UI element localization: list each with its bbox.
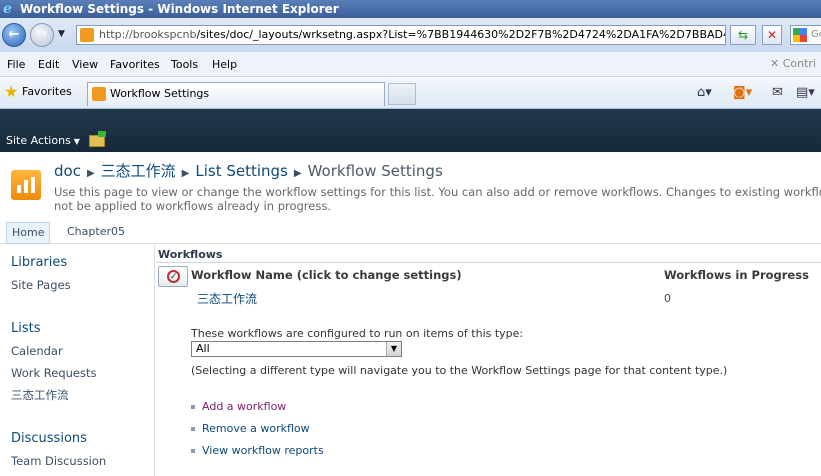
quick-launch: Libraries Site Pages Lists Calendar Work… bbox=[0, 245, 155, 476]
section-title-workflows: Workflows bbox=[158, 248, 223, 261]
workflows-in-progress-count: 0 bbox=[664, 292, 671, 305]
content-type-select[interactable]: All ▼ bbox=[191, 341, 402, 357]
menu-favorites[interactable]: Favorites bbox=[110, 58, 160, 71]
favorites-button[interactable]: ★ Favorites bbox=[2, 82, 72, 101]
address-host: http://brookspcnb bbox=[99, 28, 197, 41]
page-favicon-icon bbox=[80, 28, 94, 42]
action-view-workflow-reports: View workflow reports bbox=[191, 444, 324, 457]
address-toolbar: ← → ▼ http://brookspcnb/sites/doc/_layou… bbox=[0, 18, 821, 52]
workflow-name-link[interactable]: 三态工作流 bbox=[197, 290, 257, 307]
top-nav-home[interactable]: Home bbox=[6, 222, 51, 244]
content-type-note: (Selecting a different type will navigat… bbox=[191, 364, 728, 377]
contribute-toolbar[interactable]: ✕ Contri bbox=[770, 57, 816, 70]
home-icon[interactable]: ⌂▾ bbox=[697, 85, 712, 100]
mail-icon[interactable]: ✉ bbox=[772, 85, 783, 100]
close-icon: ✕ bbox=[770, 57, 780, 70]
menu-file[interactable]: File bbox=[7, 58, 25, 71]
browser-tab-active[interactable]: Workflow Settings bbox=[87, 82, 385, 106]
content-type-value: All bbox=[196, 342, 210, 355]
quick-launch-heading-lists[interactable]: Lists bbox=[11, 321, 41, 336]
site-logo-icon[interactable] bbox=[11, 170, 41, 200]
search-placeholder: Go bbox=[811, 29, 821, 40]
menu-bar: File Edit View Favorites Tools Help ✕ Co… bbox=[0, 52, 821, 77]
action-remove-workflow: Remove a workflow bbox=[191, 422, 310, 435]
remove-workflow-link[interactable]: Remove a workflow bbox=[202, 422, 310, 435]
menu-tools[interactable]: Tools bbox=[171, 58, 198, 71]
chevron-down-icon: ▼ bbox=[73, 137, 80, 146]
address-bar[interactable]: http://brookspcnb/sites/doc/_layouts/wrk… bbox=[76, 25, 726, 45]
page-description-line: not be applied to workflows already in p… bbox=[54, 199, 331, 213]
bullet-icon bbox=[191, 405, 195, 409]
star-icon: ★ bbox=[4, 82, 19, 101]
window-title: Workflow Settings - Windows Internet Exp… bbox=[20, 2, 339, 16]
menu-edit[interactable]: Edit bbox=[38, 58, 59, 71]
breadcrumb-item[interactable]: doc bbox=[54, 162, 81, 180]
refresh-arrows-icon: ⇆ bbox=[737, 28, 749, 42]
contribute-label: Contri bbox=[782, 57, 816, 70]
breadcrumb: doc ▶ 三态工作流 ▶ List Settings ▶ Workflow Setting… bbox=[54, 160, 443, 181]
chevron-down-icon: ▼ bbox=[386, 342, 401, 356]
sharepoint-ribbon-bar: Site Actions ▼ bbox=[0, 109, 821, 152]
breadcrumb-separator-icon: ▶ bbox=[293, 168, 302, 179]
google-icon bbox=[793, 28, 807, 42]
favorites-bar: ★ Favorites Workflow Settings ⌂▾ ◙▾ ✉ ▤▾ bbox=[0, 77, 821, 109]
page-favicon-icon bbox=[92, 87, 106, 101]
page-description-line: Use this page to view or change the work… bbox=[54, 185, 821, 199]
workflow-icon: ✓ bbox=[158, 266, 188, 287]
rss-feed-icon[interactable]: ◙▾ bbox=[733, 85, 752, 100]
print-icon[interactable]: ▤▾ bbox=[796, 85, 815, 100]
quick-launch-item-team-discussion[interactable]: Team Discussion bbox=[11, 454, 106, 468]
new-tab-button[interactable] bbox=[388, 83, 416, 105]
action-add-workflow: Add a workflow bbox=[191, 400, 286, 413]
back-button[interactable]: ← bbox=[2, 23, 26, 47]
section-divider bbox=[156, 262, 821, 263]
site-actions-label: Site Actions bbox=[6, 134, 71, 147]
view-workflow-reports-link[interactable]: View workflow reports bbox=[202, 444, 324, 457]
page-title: Workflow Settings bbox=[307, 162, 443, 180]
tab-title: Workflow Settings bbox=[110, 87, 210, 100]
arrow-right-icon: → bbox=[36, 27, 48, 42]
page-description: Use this page to view or change the work… bbox=[54, 185, 821, 213]
quick-launch-item-site-pages[interactable]: Site Pages bbox=[11, 278, 71, 292]
top-navigation: Home Chapter05 bbox=[0, 218, 821, 244]
stop-button[interactable]: ✕ bbox=[762, 25, 782, 45]
page-title-area: doc ▶ 三态工作流 ▶ List Settings ▶ Workflow Setting… bbox=[0, 152, 821, 218]
window-title-bar: e Workflow Settings - Windows Internet E… bbox=[0, 0, 821, 18]
search-box[interactable]: Go bbox=[790, 25, 821, 45]
ie-logo-icon: e bbox=[3, 1, 12, 17]
navigate-up-icon[interactable] bbox=[89, 131, 106, 147]
close-icon: ✕ bbox=[766, 28, 778, 42]
menu-view[interactable]: View bbox=[72, 58, 98, 71]
bullet-icon bbox=[191, 427, 195, 431]
quick-launch-heading-libraries[interactable]: Libraries bbox=[11, 255, 67, 270]
content-type-label: These workflows are configured to run on… bbox=[191, 327, 524, 340]
breadcrumb-item[interactable]: List Settings bbox=[195, 162, 288, 180]
site-actions-menu[interactable]: Site Actions ▼ bbox=[6, 134, 80, 147]
add-workflow-link[interactable]: Add a workflow bbox=[202, 400, 286, 413]
compatibility-view-button[interactable]: ⇆ bbox=[730, 25, 756, 45]
top-nav-chapter05[interactable]: Chapter05 bbox=[62, 222, 130, 244]
recent-pages-dropdown[interactable]: ▼ bbox=[58, 29, 65, 39]
menu-help[interactable]: Help bbox=[212, 58, 237, 71]
quick-launch-heading-discussions[interactable]: Discussions bbox=[11, 431, 87, 446]
favorites-label: Favorites bbox=[22, 85, 72, 98]
bullet-icon bbox=[191, 449, 195, 453]
breadcrumb-separator-icon: ▶ bbox=[181, 168, 190, 179]
column-header-workflow-name: Workflow Name (click to change settings) bbox=[191, 268, 462, 282]
column-header-workflows-in-progress: Workflows in Progress bbox=[664, 268, 809, 282]
breadcrumb-item[interactable]: 三态工作流 bbox=[101, 162, 176, 180]
quick-launch-item-calendar[interactable]: Calendar bbox=[11, 344, 63, 358]
arrow-left-icon: ← bbox=[8, 27, 20, 42]
quick-launch-item-three-state-workflow[interactable]: 三态工作流 bbox=[11, 387, 69, 403]
address-path: /sites/doc/_layouts/wrksetng.aspx?List=%… bbox=[196, 28, 725, 41]
forward-button[interactable]: → bbox=[30, 23, 54, 47]
breadcrumb-separator-icon: ▶ bbox=[86, 168, 95, 179]
quick-launch-item-work-requests[interactable]: Work Requests bbox=[11, 366, 96, 380]
main-content: Workflows ✓ Workflow Name (click to chan… bbox=[156, 245, 821, 476]
